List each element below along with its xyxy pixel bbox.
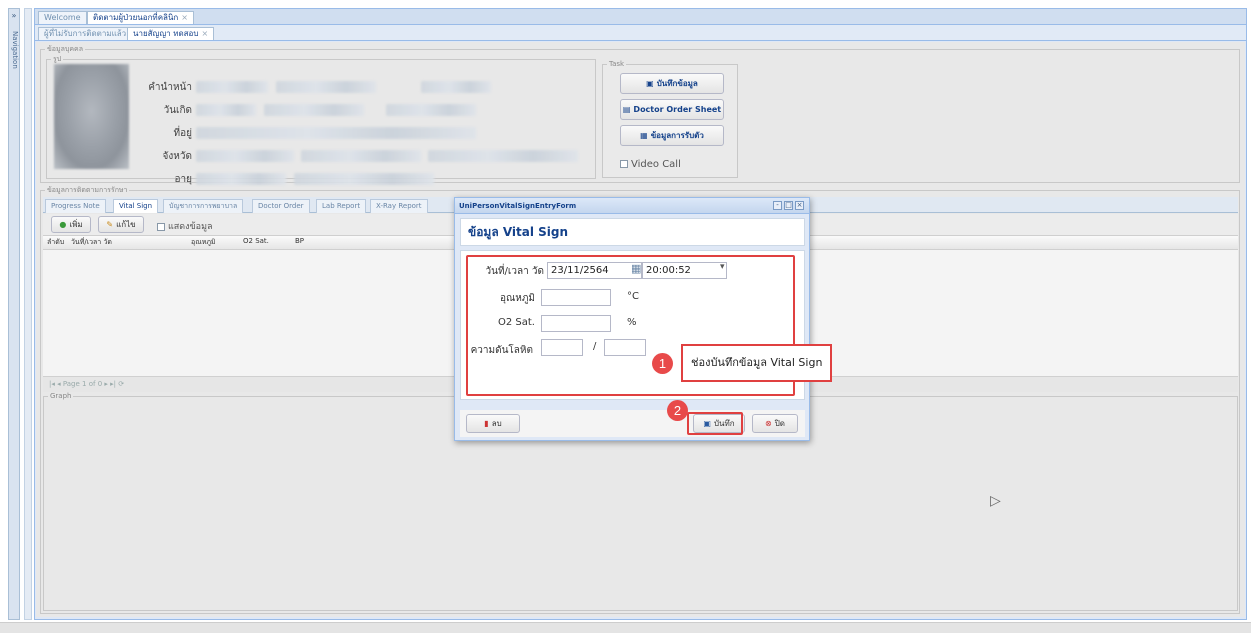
blood-field — [264, 104, 364, 116]
col-datetime: วันที่/เวลา วัด — [71, 238, 112, 246]
graph-legend: Graph — [50, 392, 72, 400]
dialog-header: ข้อมูล Vital Sign — [460, 218, 805, 246]
edit-icon: ✎ — [106, 220, 114, 229]
tab-vital-sign[interactable]: Vital Sign — [113, 199, 159, 213]
province-label: จังหวัด — [162, 151, 192, 162]
refresh-icon[interactable]: ⟳ — [118, 380, 124, 388]
admit-icon: ▦ — [640, 131, 648, 140]
tab-doctor-order[interactable]: Doctor Order — [252, 199, 310, 213]
navigation-rail: » Navigation — [8, 8, 20, 620]
tab-label: นายสัญญา ทดสอบ — [133, 29, 199, 38]
birthdate-label: วันเกิด — [163, 105, 192, 116]
tab-xray-report[interactable]: X-Ray Report — [370, 199, 428, 213]
prev-page-icon[interactable]: ◂ — [57, 380, 61, 388]
add-button[interactable]: ● เพิ่ม — [51, 216, 91, 233]
tab-label: ผู้ที่ไม่รับการติดตามแล้ว — [44, 29, 127, 38]
close-icon[interactable]: × — [201, 29, 208, 38]
navigation-label: Navigation — [11, 31, 19, 69]
edit-button[interactable]: ✎ แก้ไข — [98, 216, 144, 233]
show-data-label: แสดงข้อมูล — [168, 222, 213, 232]
col-temp: อุณหภูมิ — [191, 238, 216, 246]
province-field — [196, 150, 294, 162]
col-order: ลำดับ — [47, 238, 65, 246]
subdistrict-field — [428, 150, 578, 162]
age-field — [196, 173, 286, 185]
save-record-label: บันทึกข้อมูล — [656, 79, 698, 88]
tab-welcome[interactable]: Welcome — [38, 11, 87, 24]
admission-info-label: ข้อมูลการรับตัว — [650, 131, 704, 140]
address-field — [196, 127, 476, 139]
close-button[interactable]: ⊗ ปิด — [752, 414, 798, 433]
splitter[interactable] — [24, 8, 32, 620]
maximize-icon[interactable]: □ — [784, 201, 793, 210]
video-call-checkbox[interactable]: Video Call — [620, 159, 681, 170]
delete-button[interactable]: ▮ ลบ — [466, 414, 520, 433]
sheet-icon: ▤ — [622, 105, 631, 114]
annotation-1-callout: ช่องบันทึกข้อมูล Vital Sign — [681, 344, 833, 382]
mouse-cursor-icon: ▷ — [990, 493, 1001, 509]
first-page-icon[interactable]: |◂ — [49, 380, 55, 388]
next-page-icon[interactable]: ▸ — [104, 380, 108, 388]
district-field — [301, 150, 421, 162]
annotation-1-marker: 1 — [652, 353, 673, 374]
delete-label: ลบ — [491, 419, 502, 428]
tab-not-followed[interactable]: ผู้ที่ไม่รับการติดตามแล้ว — [38, 27, 133, 40]
tab-label: ติดตามผู้ป่วยนอกที่คลินิก — [93, 13, 179, 22]
show-data-checkbox[interactable]: แสดงข้อมูล — [157, 219, 213, 233]
prefix-field — [196, 81, 268, 93]
expand-nav-icon[interactable]: » — [9, 11, 19, 21]
trash-icon: ▮ — [484, 419, 489, 428]
add-icon: ● — [59, 220, 67, 229]
phone-field — [386, 104, 476, 116]
page-input[interactable]: 1 — [82, 380, 86, 388]
close-icon[interactable]: × — [181, 13, 188, 22]
sub-tab-strip: ผู้ที่ไม่รับการติดตามแล้ว นายสัญญา ทดสอบ… — [35, 25, 1246, 41]
birthdate-field — [196, 104, 256, 116]
add-label: เพิ่ม — [69, 220, 83, 229]
save-button-highlight — [687, 412, 743, 435]
close-circle-icon: ⊗ — [765, 419, 772, 428]
status-bar — [0, 622, 1251, 633]
tab-label: Welcome — [44, 13, 81, 22]
close-label: ปิด — [774, 419, 785, 428]
address-label: ที่อยู่ — [173, 128, 192, 139]
save-record-button[interactable]: ▣ บันทึกข้อมูล — [620, 73, 724, 94]
top-tab-strip: Welcome ติดตามผู้ป่วยนอกที่คลินิก × — [35, 9, 1246, 25]
task-legend: Task — [609, 60, 625, 68]
name-field — [276, 81, 376, 93]
dialog-footer: ▮ ลบ ▣ บันทึก ⊗ ปิด — [460, 410, 805, 437]
rights-field — [294, 173, 434, 185]
admission-info-button[interactable]: ▦ ข้อมูลการรับตัว — [620, 125, 724, 146]
video-call-label: Video Call — [631, 159, 681, 170]
surname-field — [421, 81, 491, 93]
patient-photo — [54, 64, 129, 169]
minimize-icon[interactable]: - — [773, 201, 782, 210]
tab-lab-report[interactable]: Lab Report — [316, 199, 367, 213]
col-bp: BP — [295, 237, 305, 245]
tab-progress-note[interactable]: Progress Note — [45, 199, 106, 213]
page-of-label: of 0 — [88, 380, 103, 388]
checkbox-icon — [157, 222, 165, 231]
save-icon: ▣ — [646, 79, 654, 88]
treatment-legend: ข้อมูลการติดตามการรักษา — [47, 186, 128, 194]
col-o2: O2 Sat. — [243, 237, 269, 245]
tab-outpatient-followup[interactable]: ติดตามผู้ป่วยนอกที่คลินิก × — [87, 11, 194, 24]
doctor-order-sheet-button[interactable]: ▤ Doctor Order Sheet — [620, 99, 724, 120]
last-page-icon[interactable]: ▸| — [110, 380, 116, 388]
annotation-2-marker: 2 — [667, 400, 688, 421]
tab-nursing[interactable]: บัญชาการการพยาบาล — [163, 199, 244, 213]
dialog-title: UniPersonVitalSignEntryForm — [455, 198, 809, 214]
tab-patient[interactable]: นายสัญญา ทดสอบ × — [127, 27, 215, 40]
edit-label: แก้ไข — [116, 220, 136, 229]
checkbox-icon — [620, 160, 628, 168]
prefix-label: คำนำหน้า — [148, 82, 192, 93]
page-label: Page — [62, 380, 80, 388]
close-icon[interactable]: × — [795, 201, 804, 210]
doctor-order-sheet-label: Doctor Order Sheet — [633, 105, 722, 114]
